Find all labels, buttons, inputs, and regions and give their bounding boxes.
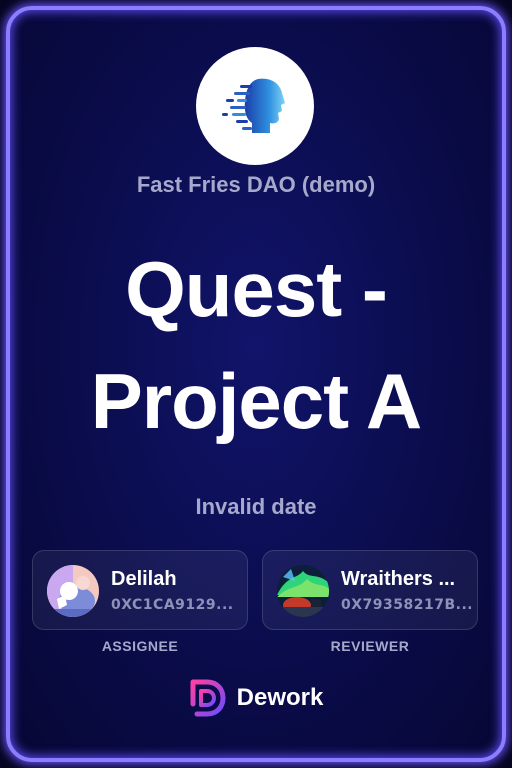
organization-name: Fast Fries DAO (demo) — [136, 172, 376, 197]
task-title-line-1: Quest - — [125, 245, 388, 333]
brand-name: Dework — [236, 684, 324, 711]
assignee-card: Delilah 0XC1CA9129... — [32, 550, 248, 630]
assignee-avatar — [47, 565, 99, 617]
task-date: Invalid date — [195, 494, 317, 519]
cartoon-avatar-icon — [47, 565, 99, 617]
assignee-label: ASSIGNEE — [101, 638, 179, 654]
task-title: Quest - Project A — [0, 233, 512, 457]
reviewer-card: Wraithers ... 0X79358217B... — [262, 550, 478, 630]
reviewer-avatar — [277, 565, 329, 617]
task-title-line-2: Project A — [90, 357, 423, 445]
brand-footer: Dework — [0, 678, 512, 718]
dework-logo-icon — [190, 679, 226, 717]
ai-head-logo-icon — [222, 78, 285, 133]
organization-logo — [196, 47, 314, 165]
assignee-address: 0XC1CA9129... — [111, 597, 234, 613]
reviewer-name: Wraithers ... — [341, 568, 456, 590]
assignee-name: Delilah — [111, 568, 177, 590]
reviewer-label: REVIEWER — [330, 638, 410, 654]
reviewer-address: 0X79358217B... — [341, 597, 471, 613]
aurora-avatar-icon — [277, 565, 329, 617]
